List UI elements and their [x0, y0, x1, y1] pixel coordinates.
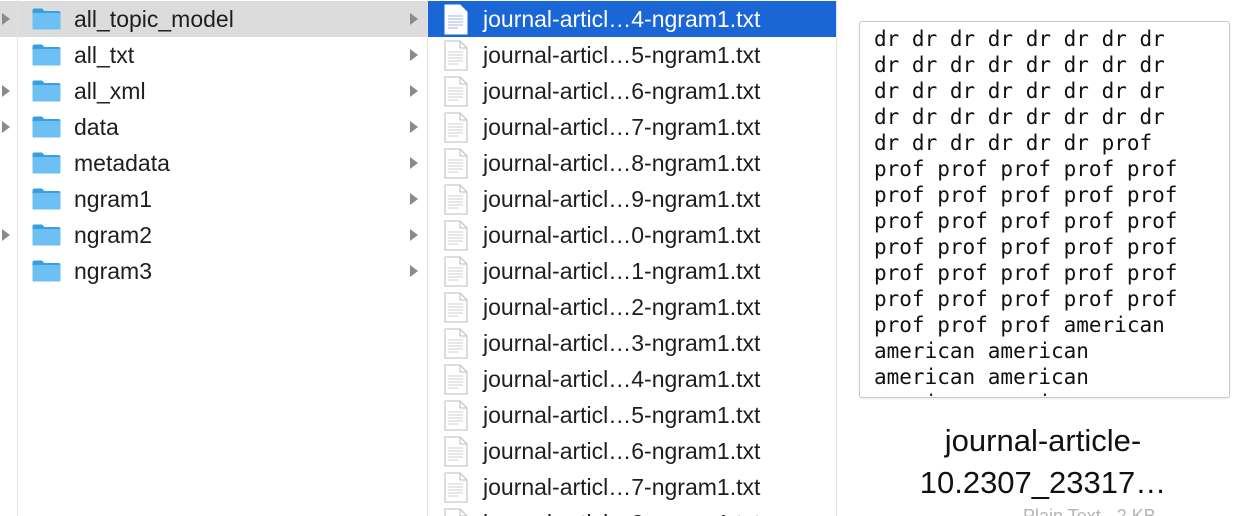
text-document-icon — [444, 112, 468, 143]
text-document-icon — [444, 148, 468, 179]
file-item[interactable]: journal-articl…9-ngram1.txt — [428, 181, 836, 217]
preview-file-title: journal-article-10.2307_23317… — [919, 423, 1167, 500]
disclosure-triangle-icon — [410, 85, 418, 97]
folder-column[interactable]: all_topic_model all_txt all_xmldata metadat… — [18, 0, 428, 516]
file-item[interactable]: journal-articl…6-ngram1.txt — [428, 433, 836, 469]
file-name: journal-articl…0-ngram1.txt — [483, 222, 761, 248]
file-name: journal-articl…4-ngram1.txt — [483, 6, 761, 32]
text-document-icon — [444, 4, 468, 35]
file-item[interactable]: journal-articl…4-ngram1.txt — [428, 361, 836, 397]
file-item[interactable]: journal-articl…8-ngram1.txt — [428, 505, 836, 516]
file-item[interactable]: journal-articl…7-ngram1.txt — [428, 109, 836, 145]
file-column[interactable]: journal-articl…4-ngram1.txt journal-artic… — [428, 0, 837, 516]
file-name: journal-articl…7-ngram1.txt — [483, 114, 761, 140]
folder-icon — [31, 187, 62, 211]
parent-row[interactable] — [0, 73, 17, 109]
file-item[interactable]: journal-articl…4-ngram1.txt — [428, 1, 836, 37]
text-document-icon — [444, 364, 468, 395]
text-document-icon — [444, 400, 468, 431]
file-item[interactable]: journal-articl…5-ngram1.txt — [428, 397, 836, 433]
folder-name: ngram2 — [74, 222, 152, 248]
text-document-icon — [444, 436, 468, 467]
file-name: journal-articl…4-ngram1.txt — [483, 366, 761, 392]
file-name: journal-articl…8-ngram1.txt — [483, 150, 761, 176]
file-name: journal-articl…5-ngram1.txt — [483, 402, 761, 428]
parent-row[interactable] — [0, 37, 17, 73]
file-item[interactable]: journal-articl…2-ngram1.txt — [428, 289, 836, 325]
preview-column: dr dr dr dr dr dr dr dr dr dr dr dr dr d… — [837, 0, 1254, 516]
file-name: journal-articl…7-ngram1.txt — [483, 474, 761, 500]
folder-icon — [31, 151, 62, 175]
folder-icon — [31, 7, 62, 31]
file-item[interactable]: journal-articl…6-ngram1.txt — [428, 73, 836, 109]
parent-row[interactable] — [0, 109, 17, 145]
folder-icon — [31, 79, 62, 103]
disclosure-triangle-icon — [410, 157, 418, 169]
file-name: journal-articl…5-ngram1.txt — [483, 42, 761, 68]
file-name: journal-articl…8-ngram1.txt — [483, 505, 760, 516]
folder-icon — [31, 43, 62, 67]
folder-item[interactable]: data — [18, 109, 427, 145]
folder-icon — [31, 223, 62, 247]
disclosure-triangle-icon — [410, 229, 418, 241]
file-item[interactable]: journal-articl…7-ngram1.txt — [428, 469, 836, 505]
text-document-icon — [444, 292, 468, 323]
file-name: journal-articl…6-ngram1.txt — [483, 438, 761, 464]
text-document-icon — [444, 472, 468, 503]
folder-name: metadata — [74, 150, 170, 176]
folder-item[interactable]: ngram1 — [18, 181, 427, 217]
file-item[interactable]: journal-articl…3-ngram1.txt — [428, 325, 836, 361]
preview-file-kind: Plain Text - 2 KB — [1023, 506, 1156, 516]
file-name: journal-articl…3-ngram1.txt — [483, 330, 761, 356]
folder-name: ngram1 — [74, 186, 152, 212]
folder-item[interactable]: ngram2 — [18, 217, 427, 253]
folder-item[interactable]: all_txt — [18, 37, 427, 73]
text-document-icon — [444, 184, 468, 215]
parent-row[interactable] — [0, 217, 17, 253]
text-document-icon — [444, 256, 468, 287]
folder-name: all_topic_model — [74, 6, 234, 32]
parent-row[interactable] — [0, 1, 17, 37]
parent-row[interactable] — [0, 145, 17, 181]
text-document-icon — [444, 40, 468, 71]
disclosure-triangle-icon — [2, 85, 10, 97]
folder-name: all_txt — [74, 42, 135, 68]
text-document-icon — [444, 76, 468, 107]
parent-column[interactable] — [0, 0, 18, 516]
folder-name: ngram3 — [74, 258, 152, 284]
preview-thumbnail[interactable]: dr dr dr dr dr dr dr dr dr dr dr dr dr d… — [859, 21, 1230, 398]
file-name: journal-articl…1-ngram1.txt — [483, 258, 761, 284]
disclosure-triangle-icon — [2, 121, 10, 133]
disclosure-triangle-icon — [2, 13, 10, 25]
file-item[interactable]: journal-articl…0-ngram1.txt — [428, 217, 836, 253]
disclosure-triangle-icon — [410, 193, 418, 205]
folder-item[interactable]: all_xml — [18, 73, 427, 109]
disclosure-triangle-icon — [410, 49, 418, 61]
disclosure-triangle-icon — [410, 265, 418, 277]
folder-icon — [31, 259, 62, 283]
parent-row[interactable] — [0, 253, 17, 289]
disclosure-triangle-icon — [2, 229, 10, 241]
folder-name: data — [74, 114, 119, 140]
text-document-icon — [444, 508, 468, 516]
preview-text-content: dr dr dr dr dr dr dr dr dr dr dr dr dr d… — [874, 27, 1178, 397]
folder-item[interactable]: all_topic_model — [18, 1, 427, 37]
file-item[interactable]: journal-articl…5-ngram1.txt — [428, 37, 836, 73]
file-item[interactable]: journal-articl…1-ngram1.txt — [428, 253, 836, 289]
finder-window: all_topic_model all_txt all_xmldata metadat… — [0, 0, 1254, 516]
disclosure-triangle-icon — [410, 13, 418, 25]
file-name: journal-articl…6-ngram1.txt — [483, 78, 761, 104]
disclosure-triangle-icon — [410, 121, 418, 133]
folder-name: all_xml — [74, 78, 146, 104]
text-document-icon — [444, 220, 468, 251]
folder-icon — [31, 115, 62, 139]
folder-item[interactable]: ngram3 — [18, 253, 427, 289]
file-item[interactable]: journal-articl…8-ngram1.txt — [428, 145, 836, 181]
file-name: journal-articl…2-ngram1.txt — [483, 294, 761, 320]
text-document-icon — [444, 328, 468, 359]
parent-row[interactable] — [0, 181, 17, 217]
file-name: journal-articl…9-ngram1.txt — [483, 186, 761, 212]
folder-item[interactable]: metadata — [18, 145, 427, 181]
